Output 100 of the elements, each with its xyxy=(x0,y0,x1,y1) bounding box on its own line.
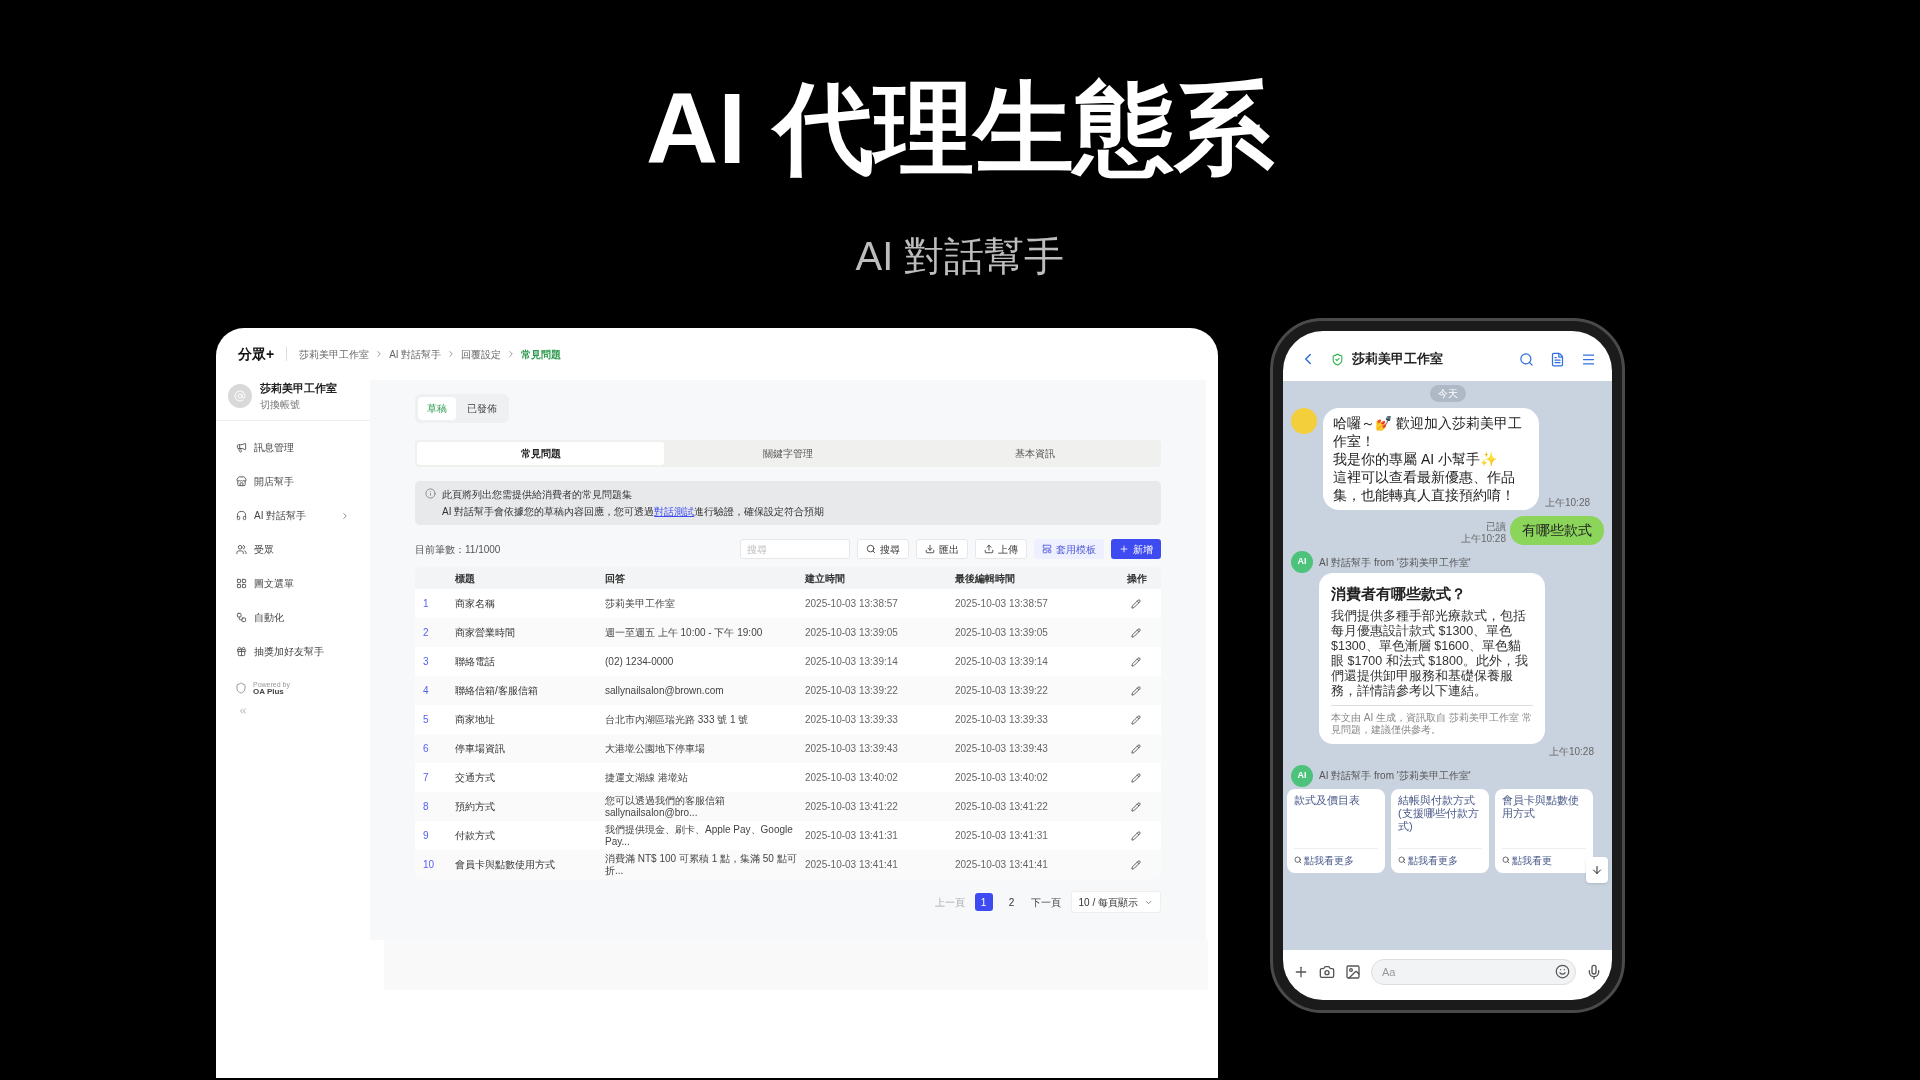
edit-icon[interactable] xyxy=(1131,656,1141,667)
status-tab[interactable]: 已發佈 xyxy=(458,397,506,420)
menu-icon[interactable] xyxy=(1581,351,1596,367)
edit-icon[interactable] xyxy=(1131,685,1141,696)
plus-icon[interactable] xyxy=(1293,964,1309,980)
card-title: 會員卡與點數使用方式 xyxy=(1502,793,1580,821)
emoji-icon[interactable] xyxy=(1555,964,1570,979)
page-button[interactable]: 1 xyxy=(974,893,993,911)
table-cell-text: 週一至週五 上午 10:00 - 下午 19:00 xyxy=(605,626,764,639)
switch-account-link[interactable]: 切換帳號 xyxy=(260,396,337,412)
brand-logo: 分眾+ xyxy=(238,344,275,364)
see-more-link[interactable]: 點我看更 xyxy=(1502,852,1586,868)
scroll-down-button[interactable] xyxy=(1586,856,1608,883)
message-field[interactable]: Aa xyxy=(1371,959,1576,985)
gift-icon xyxy=(236,646,247,657)
sidebar-item[interactable]: 開店幫手 xyxy=(216,464,370,499)
column-header: 建立時間 xyxy=(805,571,845,586)
table-cell-text: 消費滿 NT$ 100 可累積 1 點，集滿 50 點可折... xyxy=(605,852,798,877)
section-tab[interactable]: 基本資訊 xyxy=(911,442,1159,465)
edit-icon[interactable] xyxy=(1131,772,1141,783)
headset-icon xyxy=(236,510,247,521)
breadcrumb-link[interactable]: AI 對話幫手 xyxy=(389,346,442,362)
edit-icon[interactable] xyxy=(1131,801,1141,812)
search-icon xyxy=(1502,856,1510,864)
breadcrumb-link[interactable]: 常見問題 xyxy=(521,346,562,362)
account-name: 莎莉美甲工作室 xyxy=(260,381,337,396)
column-header: 回答 xyxy=(605,571,625,586)
sender-name: AI 對話幫手 from '莎莉美甲工作室' xyxy=(1319,769,1471,783)
upload-button[interactable]: 上傳 xyxy=(975,539,1027,559)
section-tab[interactable]: 關鍵字管理 xyxy=(664,442,912,465)
table-cell: 2025-10-03 13:41:31 xyxy=(955,829,1048,842)
megaphone-icon xyxy=(236,442,247,453)
sidebar-item[interactable]: 自動化 xyxy=(216,600,370,635)
notice-text: 此頁將列出您需提供給消費者的常見問題集 xyxy=(442,488,633,502)
dialog-test-link[interactable]: 對話測試 xyxy=(654,506,695,517)
table-cell-text: 大港墘公園地下停車場 xyxy=(605,742,706,755)
template-button[interactable]: 套用模板 xyxy=(1034,539,1104,559)
row-number: 5 xyxy=(422,713,429,726)
template-icon xyxy=(1042,544,1052,554)
flow-icon xyxy=(236,612,247,623)
carousel-card[interactable]: 結帳與付款方式 (支援哪些付款方式) 點我看更多 xyxy=(1391,788,1489,873)
section-tab[interactable]: 常見問題 xyxy=(417,442,665,465)
table-cell: 2025-10-03 13:39:22 xyxy=(955,684,1048,697)
row-number: 1 xyxy=(422,597,429,610)
record-count: 目前筆數：11/1000 xyxy=(415,542,502,557)
edit-icon[interactable] xyxy=(1131,830,1141,841)
edit-icon[interactable] xyxy=(1131,859,1141,870)
search-icon xyxy=(866,544,876,554)
next-page-button[interactable]: 下一頁 xyxy=(1030,894,1061,910)
edit-icon[interactable] xyxy=(1131,714,1141,725)
carousel-card[interactable]: 款式及價目表 點我看更多 xyxy=(1287,788,1385,873)
search-icon[interactable] xyxy=(1519,351,1534,367)
edit-icon[interactable] xyxy=(1131,627,1141,638)
shield-icon xyxy=(235,682,247,694)
message-text: 這裡可以查看最新優惠、作品集，也能轉真人直接預約唷！ xyxy=(1333,468,1516,504)
page-button[interactable]: 2 xyxy=(1002,893,1021,911)
table-cell: 2025-10-03 13:39:33 xyxy=(955,713,1048,726)
table-cell: 停車場資訊 xyxy=(455,742,505,755)
answer-title: 消費者有哪些款式？ xyxy=(1331,584,1467,604)
edit-icon[interactable] xyxy=(1131,598,1141,609)
search-icon xyxy=(1294,856,1302,864)
product-name: OA Plus xyxy=(253,687,284,696)
status-tab[interactable]: 草稿 xyxy=(418,397,456,420)
sidebar-item[interactable]: 抽獎加好友幫手 xyxy=(216,634,370,669)
table-cell: 商家營業時間 xyxy=(455,626,515,639)
microphone-icon[interactable] xyxy=(1586,964,1602,980)
breadcrumb-link[interactable]: 莎莉美甲工作室 xyxy=(299,346,370,362)
table-cell: 2025-10-03 13:38:57 xyxy=(955,597,1048,610)
image-icon[interactable] xyxy=(1345,964,1361,980)
table-cell: 2025-10-03 13:41:22 xyxy=(805,800,898,813)
table-cell-text: 您可以透過我們的客服信箱 sallynailsalon@bro... xyxy=(605,794,726,819)
sidebar-item[interactable]: 訊息管理 xyxy=(216,430,370,465)
row-number: 3 xyxy=(422,655,429,668)
grid-icon xyxy=(236,578,247,589)
breadcrumb-link[interactable]: 回覆設定 xyxy=(461,346,502,362)
table-cell: 預約方式 xyxy=(455,800,495,813)
table-cell: 2025-10-03 13:41:22 xyxy=(955,800,1048,813)
arrow-down-icon xyxy=(1591,863,1603,876)
bot-avatar: AI xyxy=(1291,764,1313,787)
carousel-card[interactable]: 會員卡與點數使用方式 點我看更 xyxy=(1495,788,1593,873)
row-number: 6 xyxy=(422,742,429,755)
see-more-link[interactable]: 點我看更多 xyxy=(1398,852,1482,868)
sidebar-item[interactable]: 圖文選單 xyxy=(216,566,370,601)
camera-icon[interactable] xyxy=(1319,964,1335,980)
sidebar-item[interactable]: 受眾 xyxy=(216,532,370,567)
page-size-select[interactable]: 10 / 每頁顯示 xyxy=(1070,891,1161,913)
sidebar-item[interactable]: AI 對話幫手 xyxy=(216,498,370,533)
search-button[interactable]: 搜尋 xyxy=(857,539,909,559)
table-cell: 2025-10-03 13:41:41 xyxy=(805,858,898,871)
edit-icon[interactable] xyxy=(1131,743,1141,754)
export-button[interactable]: 匯出 xyxy=(916,539,968,559)
notes-icon[interactable] xyxy=(1550,351,1565,367)
search-field[interactable]: 搜尋 xyxy=(740,539,850,559)
see-more-link[interactable]: 點我看更多 xyxy=(1294,852,1378,868)
row-number: 9 xyxy=(422,829,429,842)
table-cell-text: 台北市內湖區瑞光路 333 號 1 號 xyxy=(605,713,750,726)
read-receipt: 已讀 xyxy=(1486,521,1506,533)
bot-avatar: AI xyxy=(1291,551,1313,573)
add-button[interactable]: 新增 xyxy=(1111,539,1161,559)
row-number: 10 xyxy=(422,858,435,871)
